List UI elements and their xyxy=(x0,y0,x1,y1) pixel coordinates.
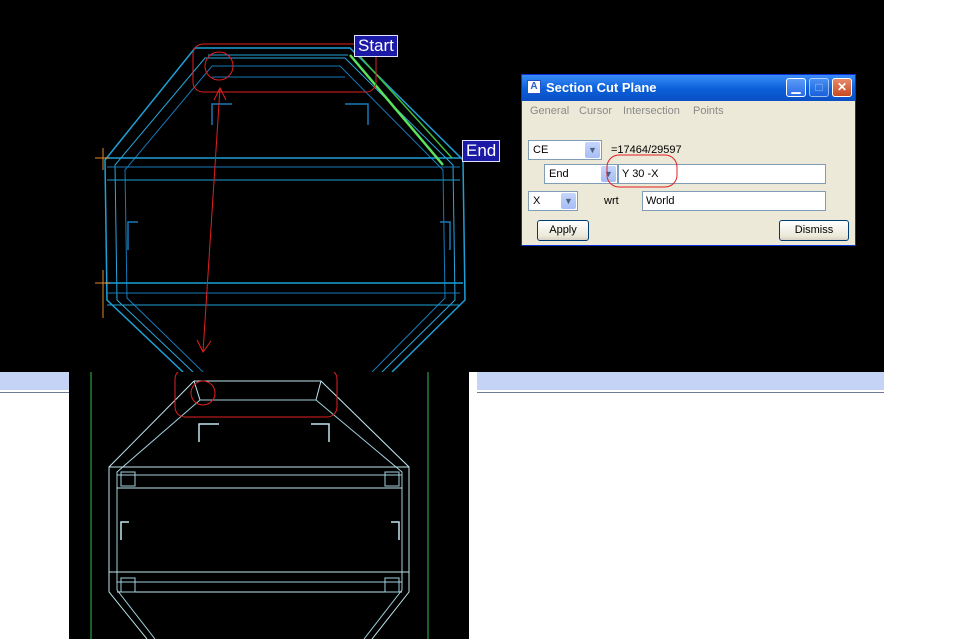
start-label: Start xyxy=(354,35,398,57)
dismiss-button[interactable]: Dismiss xyxy=(779,220,849,241)
wrt-input[interactable]: World xyxy=(642,191,826,211)
strip-divider-left xyxy=(0,392,69,393)
axis-select-value: X xyxy=(533,195,541,207)
dialog-titlebar[interactable]: A Section Cut Plane ▁ □ ✕ xyxy=(522,75,855,101)
maximize-icon[interactable]: □ xyxy=(809,78,829,97)
minimize-icon[interactable]: ▁ xyxy=(786,78,806,97)
menu-general[interactable]: General xyxy=(530,105,569,117)
octagon-model-bottom xyxy=(90,368,429,640)
position-select-value: End xyxy=(549,168,569,180)
window-strip-left xyxy=(0,372,69,390)
element-select[interactable]: CE ▼ xyxy=(528,140,602,160)
strip-divider-right xyxy=(477,392,884,393)
axis-select[interactable]: X ▼ xyxy=(528,191,578,211)
element-select-value: CE xyxy=(533,144,549,156)
menu-points[interactable]: Points xyxy=(693,105,724,117)
cad-viewport-bottom[interactable] xyxy=(69,368,469,640)
wrt-label: wrt xyxy=(604,195,619,207)
section-cut-plane-dialog: A Section Cut Plane ▁ □ ✕ General Cursor… xyxy=(521,74,856,246)
chevron-down-icon[interactable]: ▼ xyxy=(585,142,600,158)
end-label: End xyxy=(462,140,501,162)
window-strip-right xyxy=(477,372,884,390)
apply-button[interactable]: Apply xyxy=(537,220,589,241)
red-annotation-ellipse xyxy=(606,154,678,188)
chevron-down-icon[interactable]: ▼ xyxy=(561,193,576,209)
dialog-title: Section Cut Plane xyxy=(546,80,657,95)
app-icon: A xyxy=(527,80,541,94)
menu-intersection[interactable]: Intersection xyxy=(623,105,680,117)
menu-cursor[interactable]: Cursor xyxy=(579,105,612,117)
close-icon[interactable]: ✕ xyxy=(832,78,852,97)
